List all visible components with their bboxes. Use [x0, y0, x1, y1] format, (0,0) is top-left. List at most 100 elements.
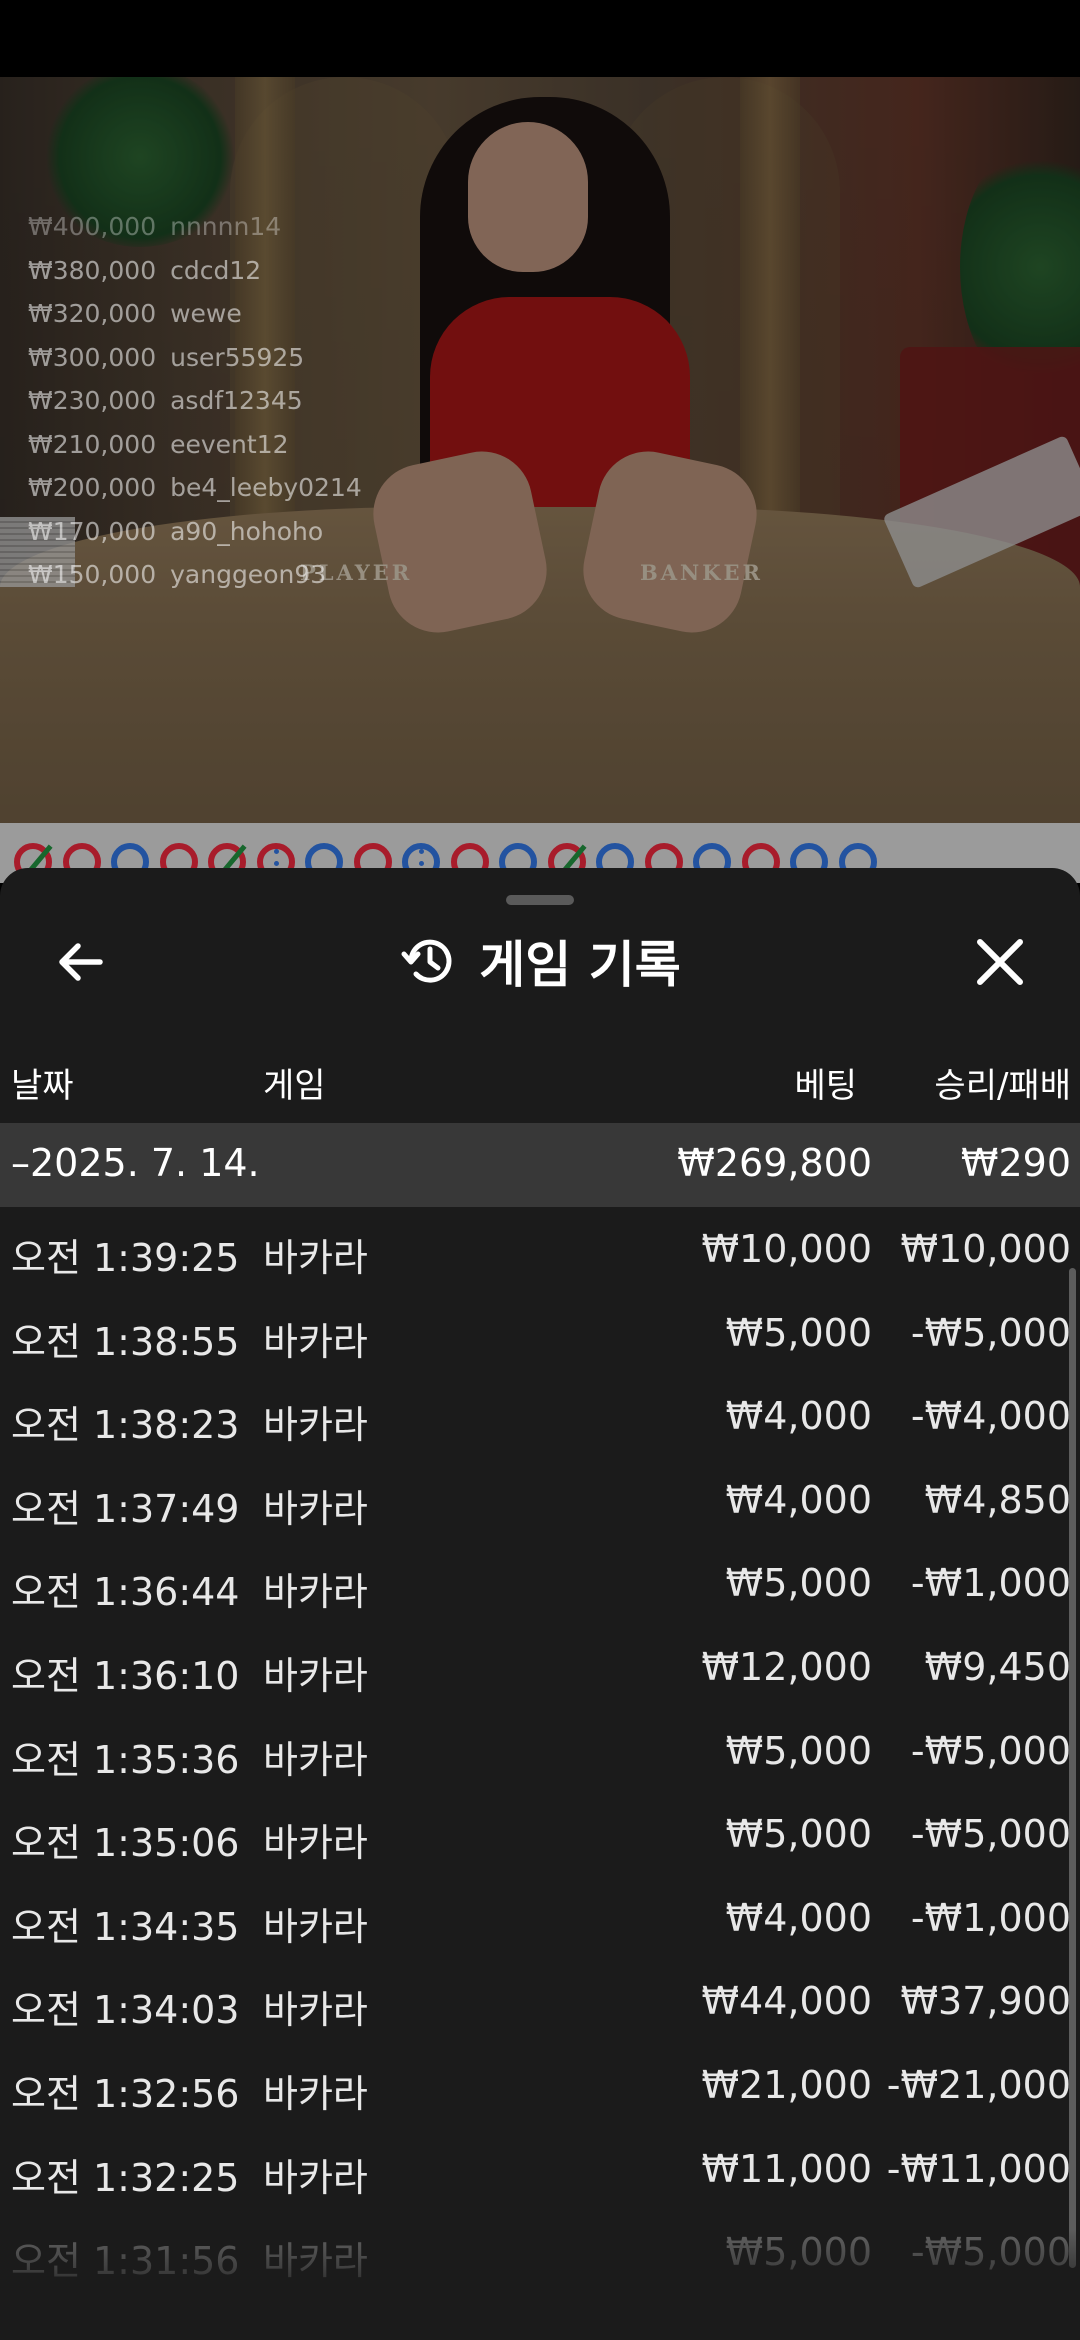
row-bet: ₩10,000 — [701, 1227, 872, 1271]
row-game: 바카라 — [263, 1319, 368, 1364]
column-header-date: 날짜 — [11, 1066, 74, 1106]
row-time: 오전 1:32:56 — [11, 2071, 240, 2116]
row-bet: ₩4,000 — [725, 1394, 872, 1439]
history-row[interactable]: 오전 1:38:23 바카라 ₩4,000 -₩4,000 — [0, 1374, 1071, 1458]
winners-list: ₩400,000 nnnnn14 ₩380,000 cdcd12 ₩320,000 wew… — [28, 212, 362, 604]
row-bet: ₩12,000 — [701, 1644, 872, 1689]
row-result: -₩11,000 — [886, 2146, 1071, 2191]
history-row[interactable]: 오전 1:37:49 바카라 ₩4,000 ₩4,850 — [0, 1458, 1071, 1542]
row-game: 바카라 — [263, 1236, 368, 1280]
row-game: 바카라 — [263, 1653, 368, 1698]
winner-row: ₩170,000 a90_hohoho — [28, 517, 362, 561]
column-header-game: 게임 — [263, 1066, 326, 1106]
winner-amount: ₩400,000 — [28, 212, 157, 241]
history-list: 오전 1:39:25 바카라 ₩10,000 ₩10,000 오전 1:38:55 바카라… — [0, 1207, 1071, 2294]
row-bet: ₩5,000 — [725, 1561, 872, 1606]
row-bet: ₩4,000 — [725, 1477, 872, 1522]
row-time: 오전 1:36:44 — [11, 1570, 240, 1615]
row-game: 바카라 — [263, 1821, 368, 1866]
winner-username: yanggeon93 — [170, 560, 327, 589]
close-icon — [977, 939, 1023, 985]
row-time: 오전 1:37:49 — [11, 1486, 240, 1531]
game-history-sheet: 게임 기록 날짜 게임 베팅 승리/패배 –2025. 7. 14. ₩269,… — [0, 868, 1080, 2340]
winner-username: user55925 — [170, 342, 305, 372]
row-time: 오전 1:35:36 — [11, 1737, 240, 1782]
row-result: -₩1,000 — [910, 1561, 1071, 1606]
winner-row: ₩200,000 be4_leeby0214 — [28, 473, 362, 517]
row-bet: ₩5,000 — [725, 1812, 872, 1857]
row-game: 바카라 — [263, 1570, 368, 1615]
row-result: -₩1,000 — [910, 1895, 1071, 1940]
row-result: -₩5,000 — [910, 1812, 1071, 1857]
history-row[interactable]: 오전 1:32:25 바카라 ₩11,000 -₩11,000 — [0, 2127, 1071, 2211]
row-game: 바카라 — [263, 1988, 368, 2033]
row-bet: ₩4,000 — [725, 1895, 872, 1940]
row-time: 오전 1:32:25 — [11, 2155, 240, 2200]
row-result: ₩37,900 — [900, 1979, 1071, 2024]
winner-username: wewe — [170, 299, 242, 328]
history-row[interactable]: 오전 1:34:35 바카라 ₩4,000 -₩1,000 — [0, 1876, 1071, 1960]
history-row[interactable]: 오전 1:34:03 바카라 ₩44,000 ₩37,900 — [0, 1959, 1071, 2043]
row-time: 오전 1:36:10 — [11, 1653, 240, 1698]
history-row[interactable]: 오전 1:32:56 바카라 ₩21,000 -₩21,000 — [0, 2043, 1071, 2127]
row-time: 오전 1:34:03 — [11, 1988, 240, 2033]
winner-username: asdf12345 — [170, 386, 303, 415]
group-bet-total: ₩269,800 — [677, 1141, 872, 1185]
row-result: ₩10,000 — [900, 1227, 1071, 1271]
row-bet: ₩11,000 — [701, 2146, 872, 2191]
row-result: -₩4,000 — [910, 1394, 1071, 1439]
row-game: 바카라 — [263, 2155, 368, 2200]
row-bet: ₩5,000 — [725, 1728, 872, 1773]
status-bar — [0, 0, 1080, 77]
row-time: 오전 1:39:25 — [11, 1236, 240, 1280]
winner-amount: ₩380,000 — [28, 255, 157, 285]
row-result: -₩5,000 — [910, 1728, 1071, 1773]
winner-amount: ₩230,000 — [28, 386, 157, 415]
list-bottom-fade — [0, 2230, 1080, 2340]
winner-username: a90_hohoho — [170, 516, 324, 546]
winner-amount: ₩150,000 — [28, 560, 157, 589]
history-row[interactable]: 오전 1:38:55 바카라 ₩5,000 -₩5,000 — [0, 1291, 1071, 1375]
group-result-total: ₩290 — [960, 1141, 1071, 1185]
scrollbar[interactable] — [1069, 1268, 1076, 2268]
winner-row: ₩320,000 wewe — [28, 299, 362, 343]
winner-amount: ₩300,000 — [28, 342, 157, 372]
row-game: 바카라 — [263, 1904, 368, 1949]
column-header-bet: 베팅 — [794, 1066, 857, 1106]
row-game: 바카라 — [263, 1403, 368, 1448]
history-row[interactable]: 오전 1:36:10 바카라 ₩12,000 ₩9,450 — [0, 1625, 1071, 1709]
winner-amount: ₩210,000 — [28, 429, 157, 459]
live-video[interactable]: PLAYER BANKER ₩400,000 nnnnn14 ₩380,000 cdc… — [0, 77, 1080, 823]
history-icon — [401, 939, 452, 983]
row-game: 바카라 — [263, 1486, 368, 1531]
winner-row: ₩210,000 eevent12 — [28, 430, 362, 474]
row-bet: ₩5,000 — [725, 1310, 872, 1355]
winner-username: cdcd12 — [170, 255, 262, 285]
history-row[interactable]: 오전 1:36:44 바카라 ₩5,000 -₩1,000 — [0, 1541, 1071, 1625]
winner-row: ₩230,000 asdf12345 — [28, 386, 362, 430]
history-row[interactable]: 오전 1:39:25 바카라 ₩10,000 ₩10,000 — [0, 1207, 1071, 1291]
history-row[interactable]: 오전 1:35:06 바카라 ₩5,000 -₩5,000 — [0, 1792, 1071, 1876]
row-time: 오전 1:34:35 — [11, 1904, 240, 1949]
winner-row: ₩150,000 yanggeon93 — [28, 560, 362, 604]
winner-username: nnnnn14 — [170, 212, 282, 241]
winner-amount: ₩170,000 — [28, 516, 157, 546]
history-row[interactable]: 오전 1:35:36 바카라 ₩5,000 -₩5,000 — [0, 1709, 1071, 1793]
row-result: -₩5,000 — [910, 1310, 1071, 1355]
row-game: 바카라 — [263, 2071, 368, 2116]
group-date: –2025. 7. 14. — [11, 1141, 260, 1185]
winner-row: ₩380,000 cdcd12 — [28, 256, 362, 300]
date-group-row[interactable]: –2025. 7. 14. ₩269,800 ₩290 — [0, 1123, 1080, 1207]
row-bet: ₩21,000 — [701, 2062, 872, 2107]
winner-amount: ₩320,000 — [28, 299, 157, 328]
row-result: ₩4,850 — [924, 1477, 1071, 1522]
winner-row: ₩300,000 user55925 — [28, 343, 362, 387]
row-game: 바카라 — [263, 1737, 368, 1782]
sheet-drag-handle[interactable] — [506, 895, 574, 905]
close-button[interactable] — [970, 932, 1030, 992]
sheet-title: 게임 기록 — [479, 936, 681, 994]
winner-amount: ₩200,000 — [28, 473, 157, 502]
sheet-header: 게임 기록 — [0, 926, 1080, 996]
row-time: 오전 1:38:55 — [11, 1319, 240, 1364]
row-time: 오전 1:35:06 — [11, 1821, 240, 1866]
